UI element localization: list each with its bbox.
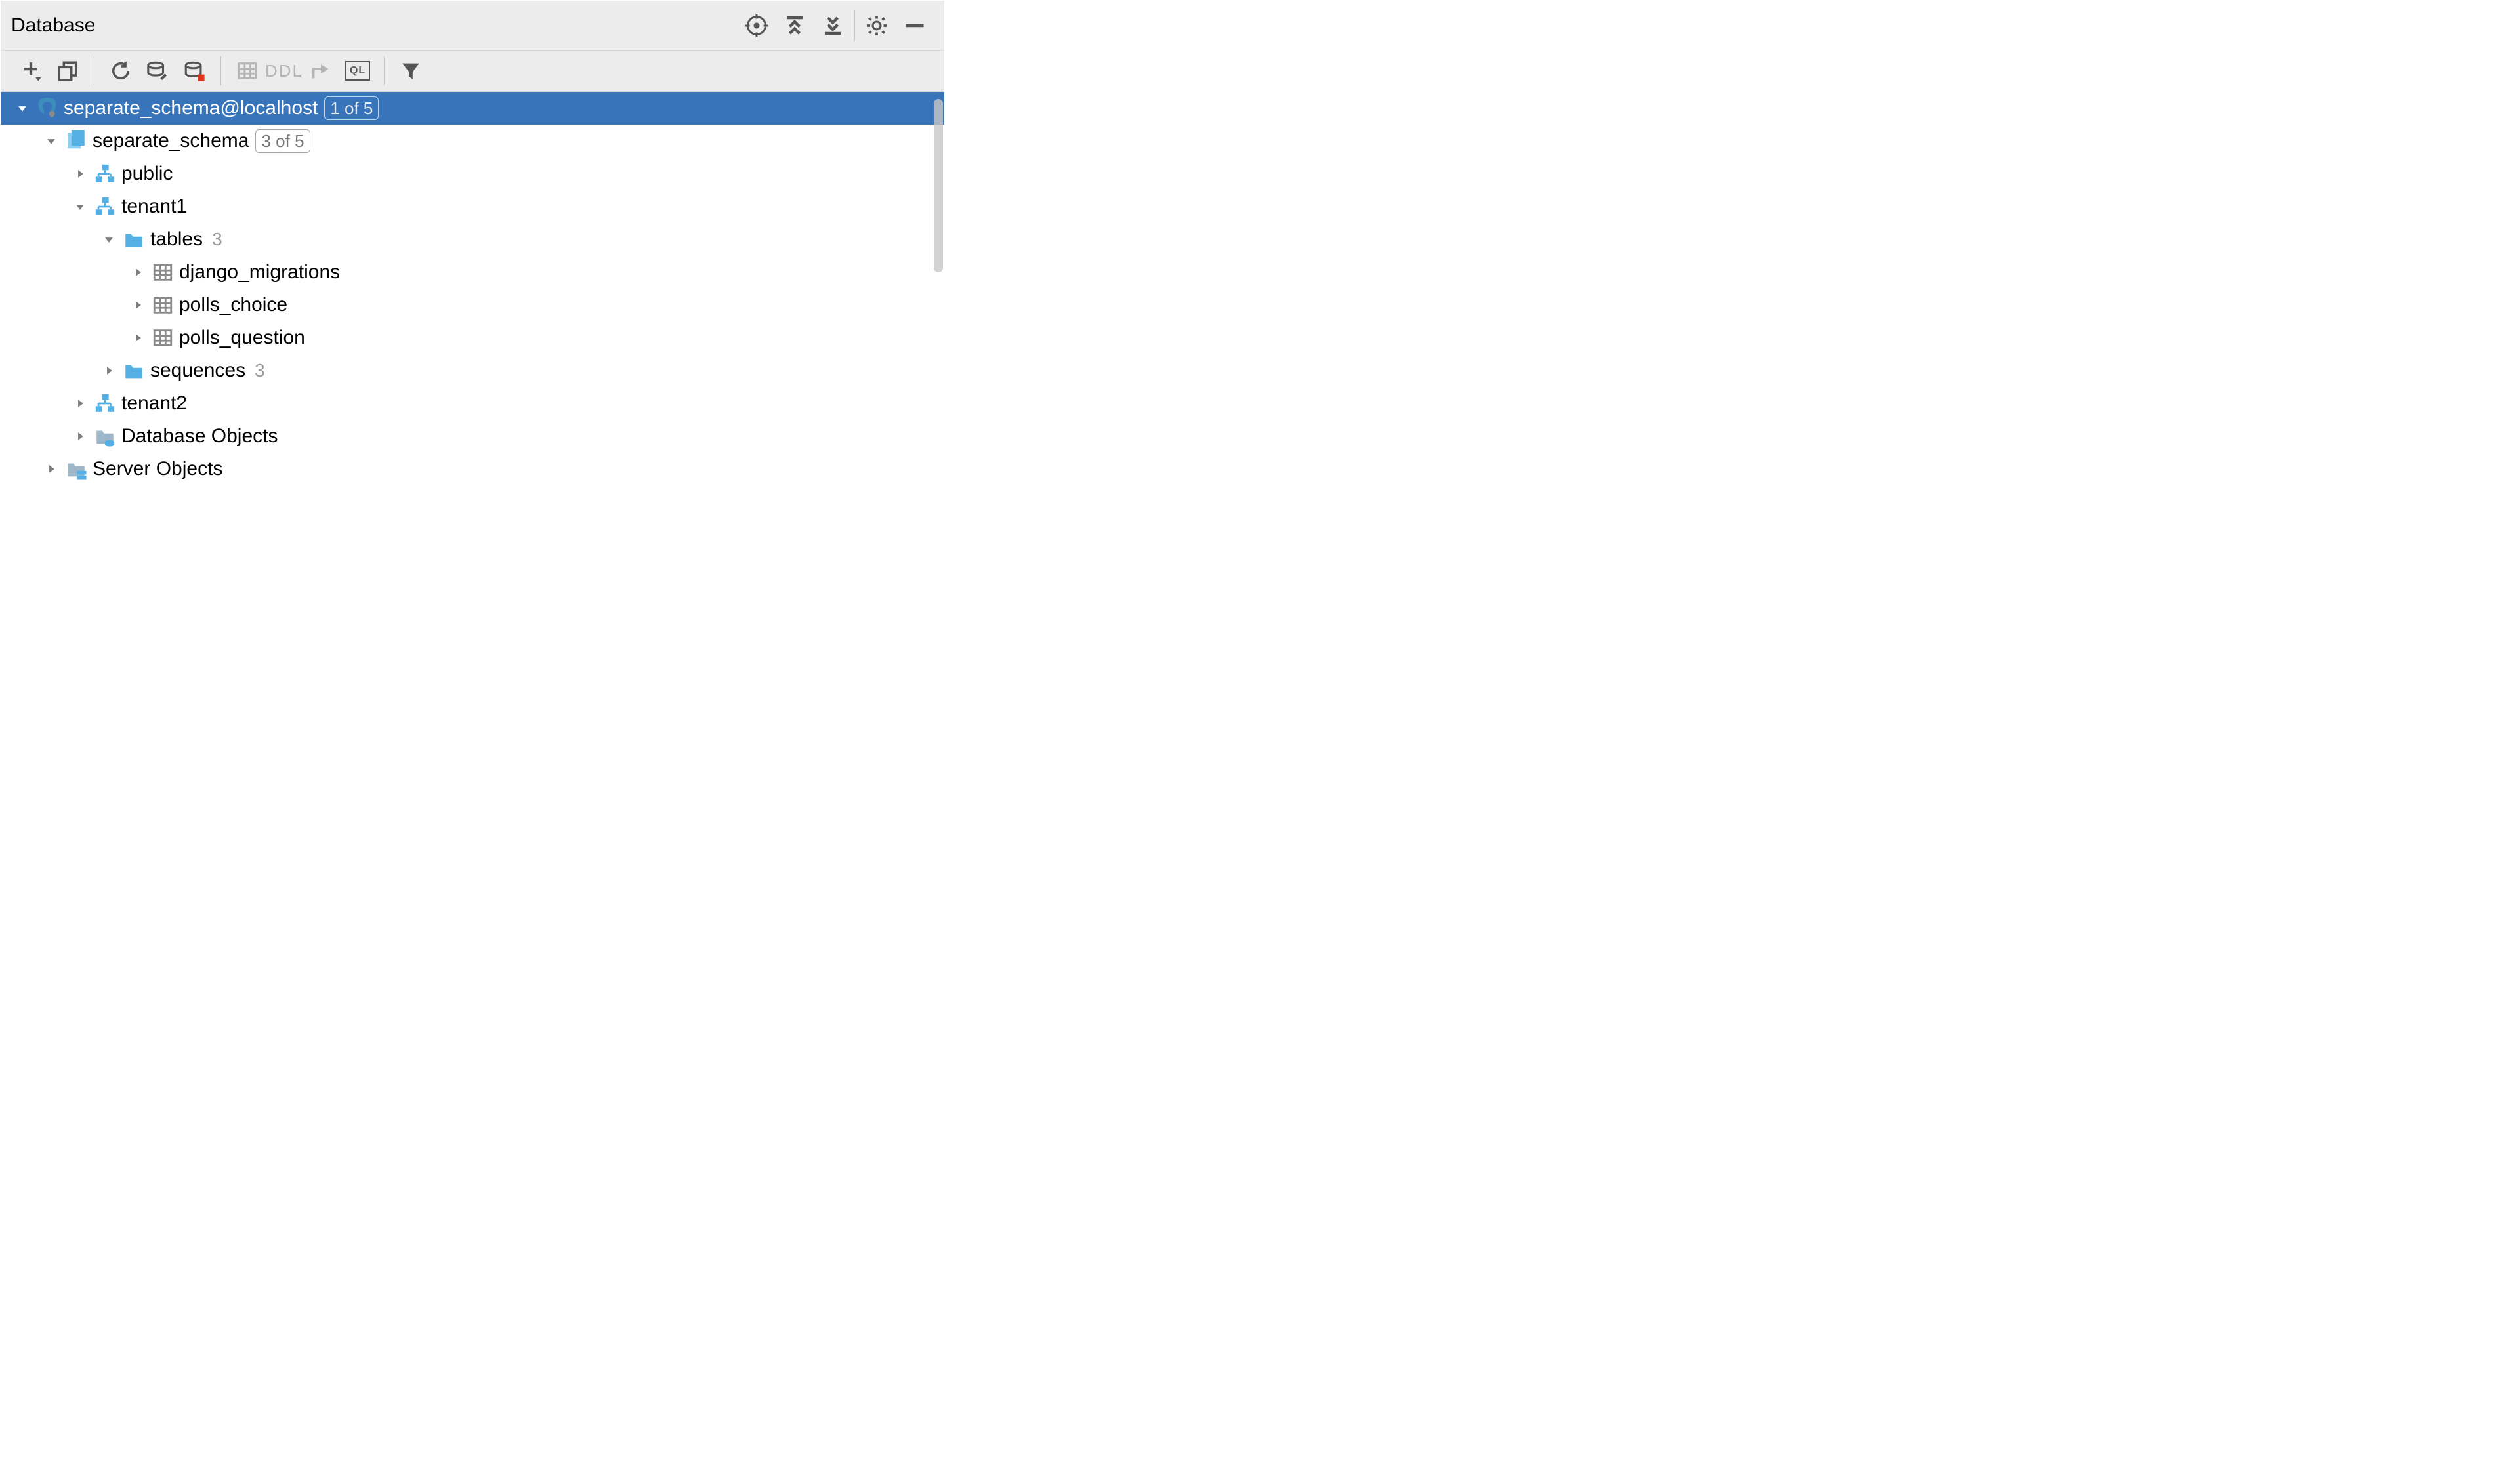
server-objects-row[interactable]: Server Objects: [1, 453, 944, 485]
database-row[interactable]: separate_schema 3 of 5: [1, 125, 944, 157]
stop-button[interactable]: [176, 52, 213, 89]
table-label: polls_choice: [179, 294, 287, 316]
chevron-right-icon[interactable]: [129, 264, 146, 281]
add-button[interactable]: [12, 52, 49, 89]
tables-folder-row[interactable]: tables 3: [1, 223, 944, 256]
panel-header: Database: [1, 1, 944, 51]
schema-label: tenant2: [121, 392, 187, 415]
schema-icon: [94, 196, 116, 218]
query-console-button[interactable]: QL: [339, 52, 376, 89]
schema-row-public[interactable]: public: [1, 157, 944, 190]
hide-icon[interactable]: [896, 7, 934, 45]
sequences-folder-row[interactable]: sequences 3: [1, 354, 944, 387]
scrollbar[interactable]: [934, 99, 943, 272]
datasource-row[interactable]: separate_schema@localhost 1 of 5: [1, 92, 944, 125]
chevron-down-icon[interactable]: [72, 198, 89, 215]
folder-icon: [123, 228, 145, 251]
schema-row-tenant2[interactable]: tenant2: [1, 387, 944, 420]
postgres-icon: [36, 97, 58, 119]
table-label: django_migrations: [179, 261, 340, 283]
chevron-right-icon[interactable]: [129, 297, 146, 314]
table-row[interactable]: polls_choice: [1, 289, 944, 321]
expand-all-icon[interactable]: [776, 7, 814, 45]
datasource-badge: 1 of 5: [324, 96, 379, 120]
schema-row-tenant1[interactable]: tenant1: [1, 190, 944, 223]
datasource-label: separate_schema@localhost: [64, 97, 318, 119]
server-objects-label: Server Objects: [93, 458, 222, 480]
refresh-button[interactable]: [102, 52, 139, 89]
table-icon: [152, 327, 174, 349]
table-icon: [152, 261, 174, 283]
schema-label: public: [121, 163, 173, 185]
panel-title: Database: [11, 14, 95, 37]
sequences-count: 3: [255, 360, 265, 381]
chevron-right-icon[interactable]: [43, 461, 60, 478]
sequences-label: sequences: [150, 360, 245, 382]
database-objects-row[interactable]: Database Objects: [1, 420, 944, 453]
database-tree[interactable]: separate_schema@localhost 1 of 5 separat…: [1, 92, 944, 549]
chevron-right-icon[interactable]: [129, 329, 146, 346]
chevron-down-icon[interactable]: [43, 133, 60, 150]
jump-button[interactable]: [303, 52, 339, 89]
ddl-button[interactable]: DDL: [266, 52, 303, 89]
duplicate-button[interactable]: [49, 52, 86, 89]
database-label: separate_schema: [93, 130, 249, 152]
schema-icon: [94, 163, 116, 185]
chevron-right-icon[interactable]: [72, 428, 89, 445]
tables-label: tables: [150, 228, 203, 251]
folder-icon: [123, 360, 145, 382]
server-objects-icon: [65, 458, 87, 480]
database-objects-icon: [94, 425, 116, 447]
table-label: polls_question: [179, 327, 305, 349]
schema-label: tenant1: [121, 196, 187, 218]
target-icon[interactable]: [738, 7, 776, 45]
chevron-right-icon[interactable]: [100, 362, 117, 379]
table-icon: [152, 294, 174, 316]
database-icon: [65, 130, 87, 152]
datasource-properties-button[interactable]: [139, 52, 176, 89]
table-row[interactable]: django_migrations: [1, 256, 944, 289]
database-tool-window: Database: [0, 0, 945, 550]
table-view-button[interactable]: [229, 52, 266, 89]
tables-count: 3: [212, 229, 222, 250]
filter-button[interactable]: [392, 52, 429, 89]
chevron-right-icon[interactable]: [72, 165, 89, 182]
toolbar: DDL QL: [1, 51, 944, 92]
collapse-all-icon[interactable]: [814, 7, 852, 45]
database-objects-label: Database Objects: [121, 425, 278, 447]
chevron-down-icon[interactable]: [14, 100, 31, 117]
schema-icon: [94, 392, 116, 415]
gear-icon[interactable]: [858, 7, 896, 45]
table-row[interactable]: polls_question: [1, 321, 944, 354]
chevron-down-icon[interactable]: [100, 231, 117, 248]
database-badge: 3 of 5: [255, 129, 310, 153]
chevron-right-icon[interactable]: [72, 395, 89, 412]
